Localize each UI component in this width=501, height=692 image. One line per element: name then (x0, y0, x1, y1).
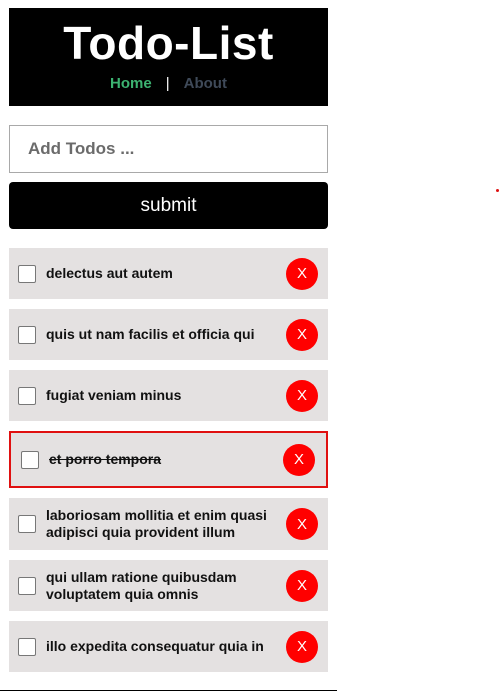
todo-list: delectus aut autem X quis ut nam facilis… (9, 248, 328, 672)
nav-about-link[interactable]: About (184, 75, 227, 92)
todo-item: delectus aut autem X (9, 248, 328, 299)
todo-checkbox[interactable] (18, 264, 36, 283)
delete-button[interactable]: X (286, 569, 318, 602)
add-todo-input[interactable] (9, 125, 328, 173)
todo-checkbox[interactable] (21, 450, 39, 469)
bottom-divider (0, 690, 337, 691)
delete-button[interactable]: X (286, 508, 318, 540)
todo-item-completed: et porro tempora X (9, 431, 328, 488)
page-title: Todo-List (63, 17, 274, 69)
nav-separator: | (165, 75, 170, 92)
todo-item: qui ullam ratione quibusdam voluptatem q… (9, 560, 328, 611)
todo-text: fugiat veniam minus (46, 387, 182, 403)
delete-button[interactable]: X (283, 443, 315, 476)
todo-item: laboriosam mollitia et enim quasi adipis… (9, 498, 328, 550)
todo-checkbox[interactable] (18, 386, 36, 405)
nav-home-link[interactable]: Home (110, 75, 152, 92)
delete-button[interactable]: X (286, 379, 318, 412)
delete-button[interactable]: X (286, 318, 318, 351)
submit-button[interactable]: submit (9, 182, 328, 229)
todo-text: illo expedita consequatur quia in (46, 638, 264, 654)
todo-item: fugiat veniam minus X (9, 370, 328, 421)
todo-checkbox[interactable] (18, 515, 36, 533)
todo-item: illo expedita consequatur quia in X (9, 621, 328, 672)
nav-bar: Home | About (9, 75, 328, 92)
todo-text: et porro tempora (49, 451, 162, 467)
todo-item: quis ut nam facilis et officia qui X (9, 309, 328, 360)
todo-text: quis ut nam facilis et officia qui (46, 326, 255, 342)
todo-checkbox[interactable] (18, 637, 36, 656)
header: Todo-List Home | About (9, 8, 328, 106)
delete-button[interactable]: X (286, 257, 318, 290)
red-dot-marker (496, 189, 499, 192)
todo-text: delectus aut autem (46, 265, 173, 281)
todo-checkbox[interactable] (18, 576, 36, 595)
todo-checkbox[interactable] (18, 325, 36, 344)
todo-app: Todo-List Home | About submit delectus a… (9, 8, 328, 682)
delete-button[interactable]: X (286, 630, 318, 663)
todo-text: qui ullam ratione quibusdam voluptatem q… (46, 568, 237, 602)
todo-text: laboriosam mollitia et enim quasi adipis… (46, 507, 267, 540)
